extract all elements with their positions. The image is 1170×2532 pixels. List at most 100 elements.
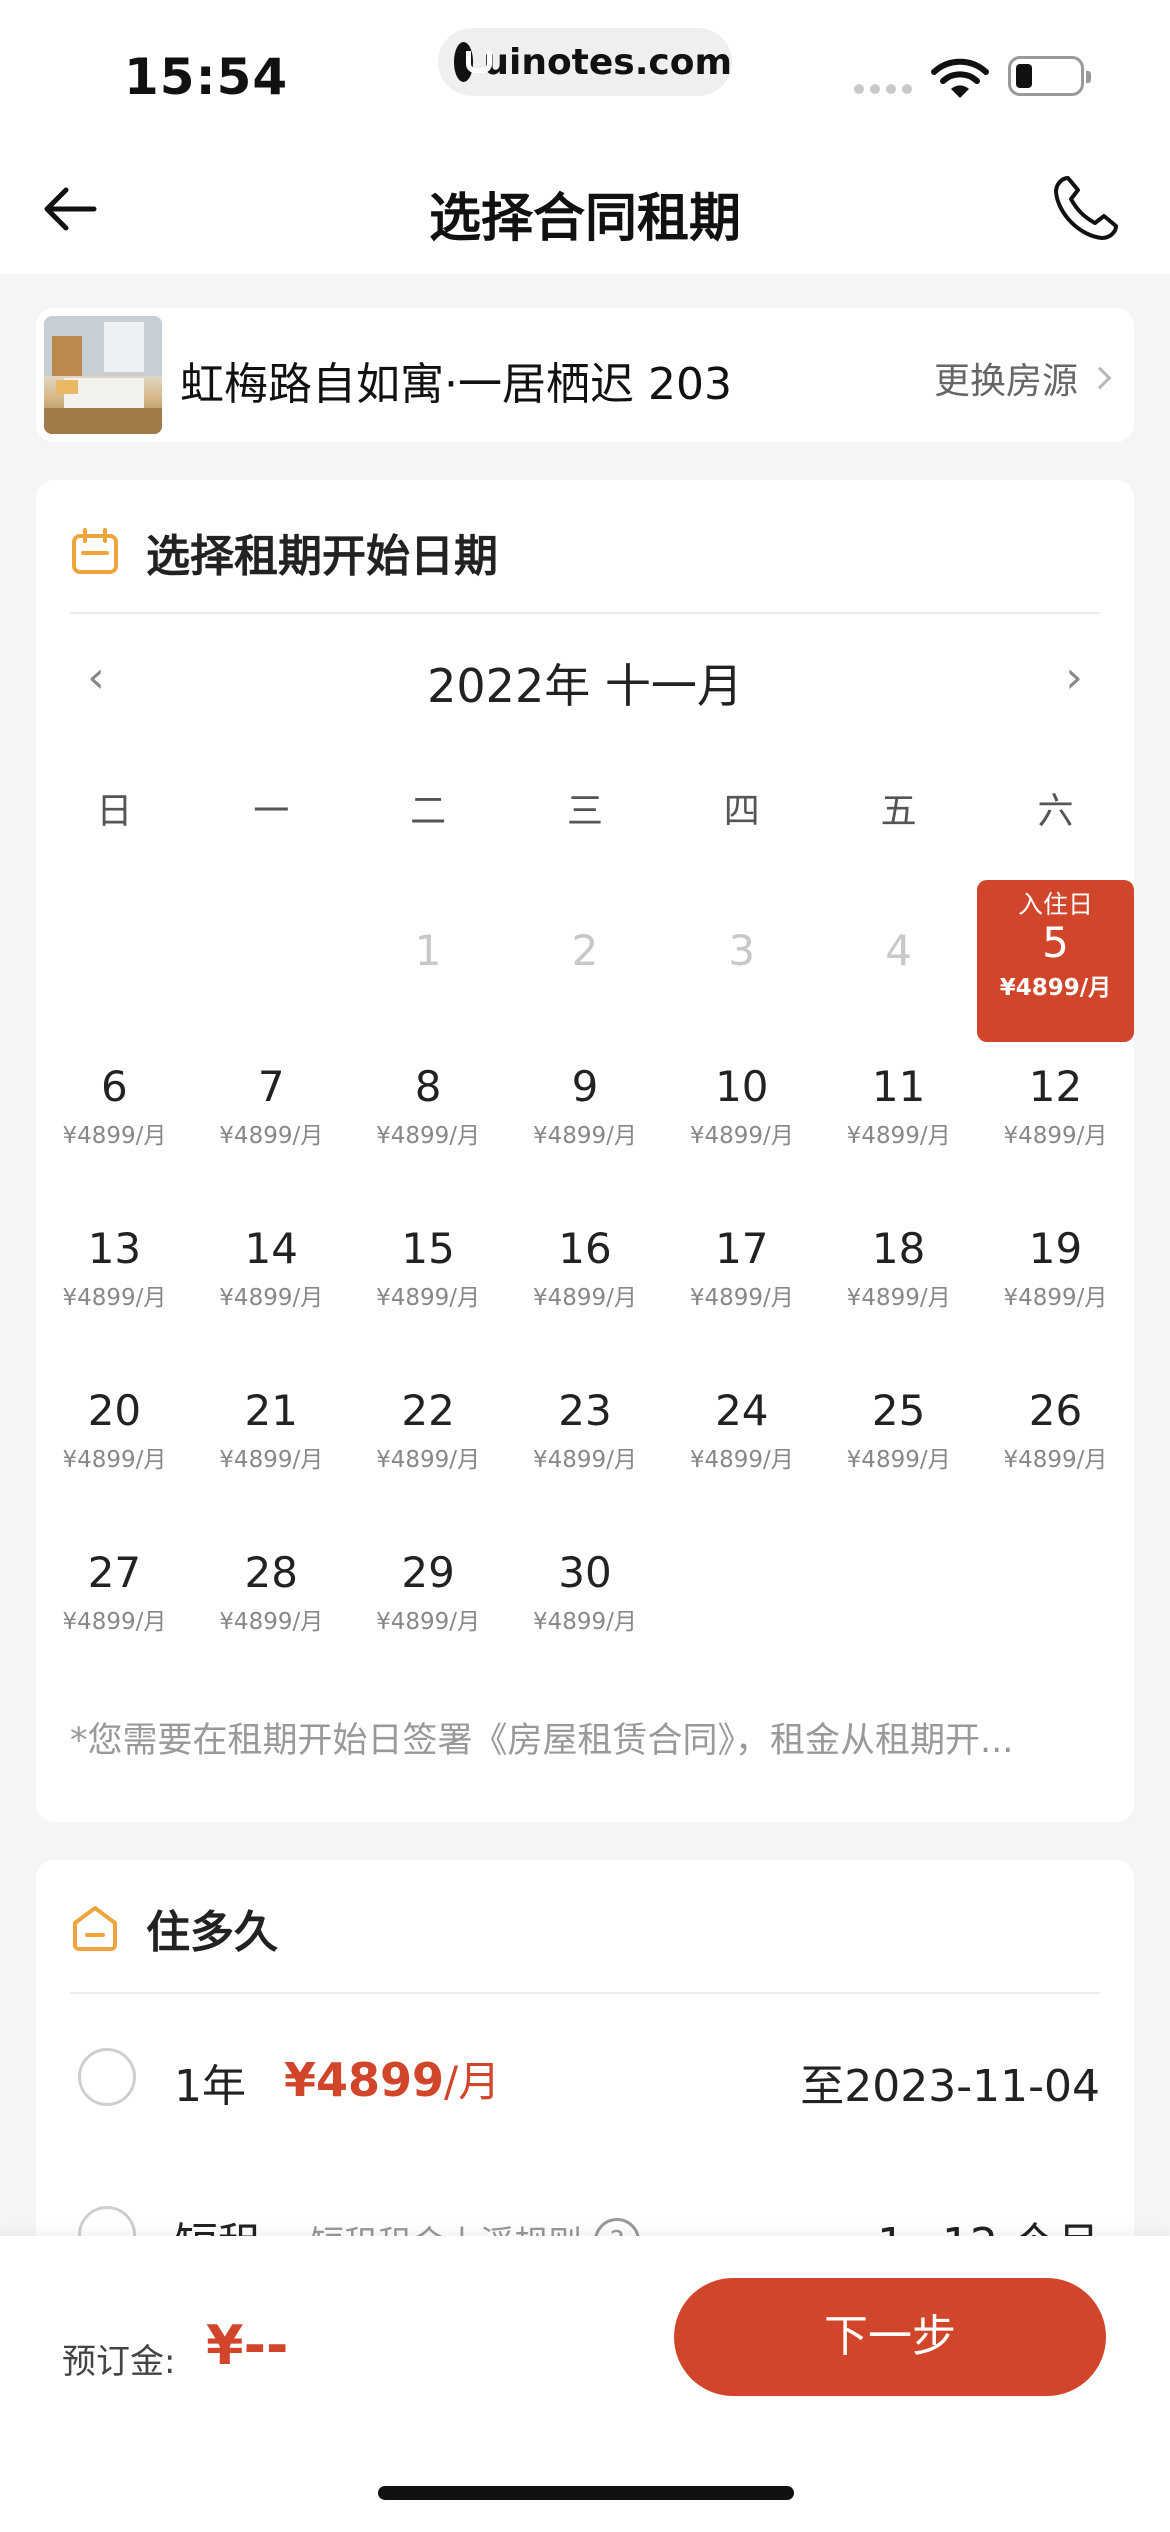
phone-icon[interactable]	[1048, 170, 1124, 246]
page-title: 选择合同租期	[428, 189, 741, 249]
house-thumbnail	[44, 316, 162, 434]
calendar-day[interactable]: 11 ¥4899/月	[820, 1044, 977, 1206]
url-text: uinotes.com	[483, 41, 732, 83]
weekday-label: 一	[253, 791, 290, 832]
calendar-section-header: 选择租期开始日期	[70, 520, 498, 584]
radio-button[interactable]	[78, 2048, 136, 2106]
status-bar: 15:54 uinotes.com	[0, 0, 1170, 140]
day-price: ¥4899/月	[219, 1609, 324, 1635]
change-house-label: 更换房源	[933, 361, 1078, 402]
calendar-day[interactable]: 23 ¥4899/月	[507, 1368, 664, 1530]
option-label: 1年	[174, 2061, 246, 2112]
calendar-day[interactable]: 29 ¥4899/月	[350, 1530, 507, 1692]
house-icon	[73, 1906, 117, 1951]
calendar-day[interactable]: 26 ¥4899/月	[977, 1368, 1134, 1530]
weekday-label: 六	[1037, 791, 1074, 832]
calendar-day[interactable]: 6 ¥4899/月	[36, 1044, 193, 1206]
day-price: ¥4899/月	[376, 1285, 481, 1311]
calendar-day[interactable]: 12 ¥4899/月	[977, 1044, 1134, 1206]
day-number: 12	[1028, 1062, 1083, 1111]
day-price: ¥4899/月	[1003, 1123, 1108, 1149]
house-card[interactable]: 虹梅路自如寓·一居栖迟 203 更换房源	[36, 308, 1134, 442]
calendar-day[interactable]: 7 ¥4899/月	[193, 1044, 350, 1206]
day-price: ¥4899/月	[532, 1123, 637, 1149]
day-price: ¥4899/月	[689, 1285, 794, 1311]
day-number: 13	[87, 1224, 142, 1273]
day-price: ¥4899/月	[846, 1447, 951, 1473]
calendar-day[interactable]: 13 ¥4899/月	[36, 1206, 193, 1368]
status-time: 15:54	[124, 48, 289, 106]
day-number: 10	[715, 1062, 769, 1111]
stay-option-1-year[interactable]: 1年 ¥4899/月 至2023-11-04	[36, 2036, 1134, 2116]
day-number: 20	[87, 1386, 142, 1435]
calendar-day[interactable]: 21 ¥4899/月	[193, 1368, 350, 1530]
check-in-tag: 入住日	[1017, 890, 1093, 919]
calendar-day[interactable]: 17 ¥4899/月	[663, 1206, 820, 1368]
calendar-empty-cell	[36, 882, 193, 1044]
calendar-day[interactable]: 25 ¥4899/月	[820, 1368, 977, 1530]
house-title: 虹梅路自如寓·一居栖迟 203	[180, 359, 732, 410]
calendar-day[interactable]: 8 ¥4899/月	[350, 1044, 507, 1206]
weekday-label: 四	[723, 791, 760, 832]
day-number: 17	[715, 1224, 769, 1273]
calendar-day[interactable]: 22 ¥4899/月	[350, 1368, 507, 1530]
day-number: 23	[558, 1386, 612, 1435]
stay-section-title: 住多久	[146, 1907, 278, 1958]
day-price: ¥4899/月	[846, 1285, 951, 1311]
weekday-label: 二	[410, 791, 447, 832]
calendar-day[interactable]: 20 ¥4899/月	[36, 1368, 193, 1530]
nav-bar: 选择合同租期	[0, 140, 1170, 274]
calendar-section-title: 选择租期开始日期	[146, 531, 498, 582]
day-number: 30	[558, 1548, 612, 1597]
day-price: ¥4899/月	[62, 1285, 167, 1311]
day-price: ¥4899/月	[532, 1609, 637, 1635]
weekday-header: 日 一 二 三 四 五 六	[36, 782, 1134, 834]
day-number: 16	[558, 1224, 612, 1273]
day-number: 26	[1028, 1386, 1083, 1435]
day-number: 14	[244, 1224, 298, 1273]
calendar-note: *您需要在租期开始日签署《房屋租赁合同》，租金从租期开...	[70, 1721, 1014, 1761]
calendar-icon	[72, 528, 118, 574]
day-number: 8	[414, 1062, 442, 1111]
stay-section-header: 住多久	[70, 1896, 278, 1960]
calendar-day[interactable]: 24 ¥4899/月	[663, 1368, 820, 1530]
calendar-day[interactable]: 9 ¥4899/月	[507, 1044, 664, 1206]
day-number: 4	[885, 926, 912, 975]
calendar-card: 选择租期开始日期 ‹ 2022年 十一月 › 日 一 二 三 四 五 六 123…	[36, 480, 1134, 1822]
divider	[70, 1992, 1100, 1994]
day-number: 18	[871, 1224, 926, 1273]
day-price: ¥4899/月	[1003, 1285, 1108, 1311]
next-step-button[interactable]: 下一步	[674, 2278, 1106, 2396]
calendar-day: 4	[820, 882, 977, 1044]
calendar-day[interactable]: 28 ¥4899/月	[193, 1530, 350, 1692]
day-price: ¥4899/月	[1003, 1447, 1108, 1473]
day-number: 19	[1028, 1224, 1083, 1273]
calendar-day[interactable]: 27 ¥4899/月	[36, 1530, 193, 1692]
change-house-link[interactable]: 更换房源	[933, 352, 1112, 404]
day-price: ¥4899/月	[846, 1123, 951, 1149]
calendar-day[interactable]: 14 ¥4899/月	[193, 1206, 350, 1368]
day-number: 28	[244, 1548, 298, 1597]
day-number: 1	[414, 926, 442, 975]
next-month-button[interactable]: ›	[1044, 652, 1104, 703]
url-pill[interactable]: uinotes.com	[438, 28, 732, 96]
day-number: 2	[571, 926, 599, 975]
calendar-day[interactable]: 18 ¥4899/月	[820, 1206, 977, 1368]
day-number: 29	[401, 1548, 455, 1597]
calendar-day[interactable]: 16 ¥4899/月	[507, 1206, 664, 1368]
calendar-day[interactable]: 30 ¥4899/月	[507, 1530, 664, 1692]
day-price: ¥4899/月	[376, 1609, 481, 1635]
day-price: ¥4899/月	[219, 1123, 324, 1149]
day-price: ¥4899/月	[219, 1285, 324, 1311]
day-number: 5	[1042, 918, 1069, 967]
home-indicator	[378, 2486, 794, 2500]
day-price: ¥4899/月	[689, 1123, 794, 1149]
day-price: ¥4899/月	[532, 1447, 637, 1473]
calendar-day[interactable]: 10 ¥4899/月	[663, 1044, 820, 1206]
divider	[70, 612, 1100, 614]
calendar-day[interactable]: 入住日 5 ¥4899/月	[977, 880, 1134, 1042]
weekday-label: 日	[96, 791, 133, 832]
day-number: 11	[871, 1062, 926, 1111]
calendar-day[interactable]: 15 ¥4899/月	[350, 1206, 507, 1368]
calendar-day[interactable]: 19 ¥4899/月	[977, 1206, 1134, 1368]
